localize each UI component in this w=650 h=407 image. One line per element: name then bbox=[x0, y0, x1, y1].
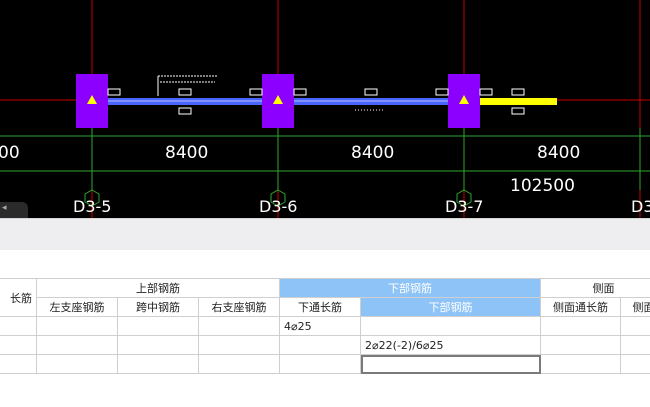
cell[interactable] bbox=[279, 335, 362, 355]
col-side-through: 侧面通长筋 bbox=[540, 297, 622, 317]
rebar-table: 长筋 上部钢筋 下部钢筋 侧面 左支座钢筋 跨中钢筋 右支座钢筋 下通长筋 下部… bbox=[0, 278, 650, 407]
cell[interactable] bbox=[540, 316, 622, 336]
panel-spacer bbox=[0, 250, 650, 278]
cell[interactable] bbox=[36, 335, 118, 355]
cell[interactable] bbox=[36, 316, 118, 336]
cad-drawing: 00 8400 8400 8400 102500 D3-5 D3-6 D3-7 … bbox=[0, 0, 650, 218]
header-side-rebar: 侧面 bbox=[540, 278, 650, 298]
axis-label: D3 bbox=[631, 197, 650, 216]
total-dimension: 102500 bbox=[510, 176, 575, 196]
header-top-rebar: 上部钢筋 bbox=[35, 278, 281, 298]
cell[interactable] bbox=[0, 335, 37, 355]
header-left-partial: 长筋 bbox=[0, 278, 37, 317]
cell[interactable] bbox=[117, 354, 199, 374]
col-left-support: 左支座钢筋 bbox=[36, 297, 118, 317]
axis-label: D3-7 bbox=[445, 197, 483, 216]
table-row[interactable] bbox=[0, 354, 650, 374]
header-bottom-rebar[interactable]: 下部钢筋 bbox=[279, 278, 542, 298]
cell[interactable] bbox=[0, 316, 37, 336]
span-dimension: 00 bbox=[0, 143, 20, 163]
span-dimension: 8400 bbox=[351, 143, 394, 163]
cell-active-editor[interactable] bbox=[360, 354, 542, 374]
tab-arrow-icon[interactable]: ◂ bbox=[2, 203, 7, 213]
table-row[interactable]: 4⌀25 bbox=[0, 316, 650, 336]
cad-canvas[interactable]: 00 8400 8400 8400 102500 D3-5 D3-6 D3-7 … bbox=[0, 0, 650, 218]
cell[interactable] bbox=[197, 316, 281, 336]
col-side: 侧面 bbox=[620, 297, 650, 317]
table-row[interactable]: 2⌀22(-2)/6⌀25 bbox=[0, 335, 650, 355]
axis-label: D3-6 bbox=[259, 197, 297, 216]
cell[interactable] bbox=[117, 335, 199, 355]
cell[interactable] bbox=[279, 354, 362, 374]
col-mid-span: 跨中钢筋 bbox=[117, 297, 199, 317]
cell[interactable] bbox=[117, 316, 199, 336]
cell[interactable] bbox=[0, 354, 37, 374]
col-right-support: 右支座钢筋 bbox=[197, 297, 281, 317]
span-dimension: 8400 bbox=[165, 143, 208, 163]
cell[interactable]: 2⌀22(-2)/6⌀25 bbox=[360, 335, 542, 355]
cell[interactable] bbox=[197, 335, 281, 355]
cell[interactable] bbox=[197, 354, 281, 374]
cell[interactable] bbox=[620, 335, 650, 355]
axis-label: D3-5 bbox=[73, 197, 111, 216]
cell[interactable] bbox=[360, 316, 542, 336]
col-bottom-through: 下通长筋 bbox=[279, 297, 362, 317]
panel-toolbar bbox=[0, 218, 650, 251]
col-bottom-rebar[interactable]: 下部钢筋 bbox=[360, 297, 542, 317]
cell[interactable]: 4⌀25 bbox=[279, 316, 362, 336]
cell[interactable] bbox=[620, 354, 650, 374]
cell[interactable] bbox=[540, 354, 622, 374]
span-dimension: 8400 bbox=[537, 143, 580, 163]
cell[interactable] bbox=[620, 316, 650, 336]
cell[interactable] bbox=[36, 354, 118, 374]
cell[interactable] bbox=[540, 335, 622, 355]
